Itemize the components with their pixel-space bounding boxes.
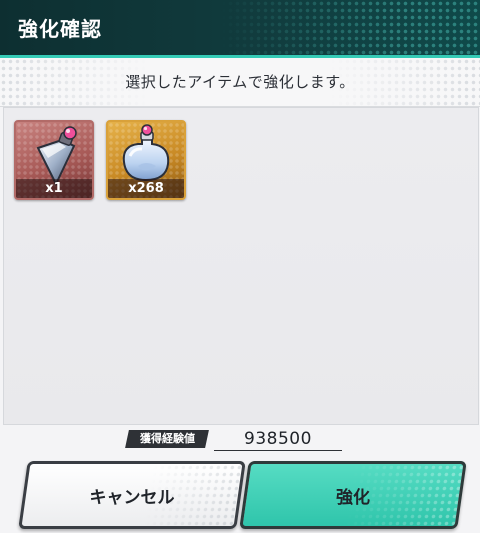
item-count: x1 <box>16 179 92 198</box>
cancel-button[interactable]: キャンセル <box>18 461 246 529</box>
cancel-button-label: キャンセル <box>89 487 175 508</box>
crystal-item[interactable]: x1 <box>14 120 94 200</box>
dialog-header: 強化確認 <box>0 0 480 55</box>
enhance-button[interactable]: 強化 <box>239 461 467 529</box>
exp-label: 獲得経験値 <box>125 430 209 448</box>
dialog-title: 強化確認 <box>18 17 102 41</box>
confirm-message: 選択したアイテムで強化します。 <box>125 73 355 91</box>
exp-value: 938500 <box>214 428 342 451</box>
enhance-button-label: 強化 <box>336 487 370 508</box>
header-dot-pattern <box>220 0 480 55</box>
item-count: x268 <box>108 179 184 198</box>
potion-item[interactable]: x268 <box>106 120 186 200</box>
